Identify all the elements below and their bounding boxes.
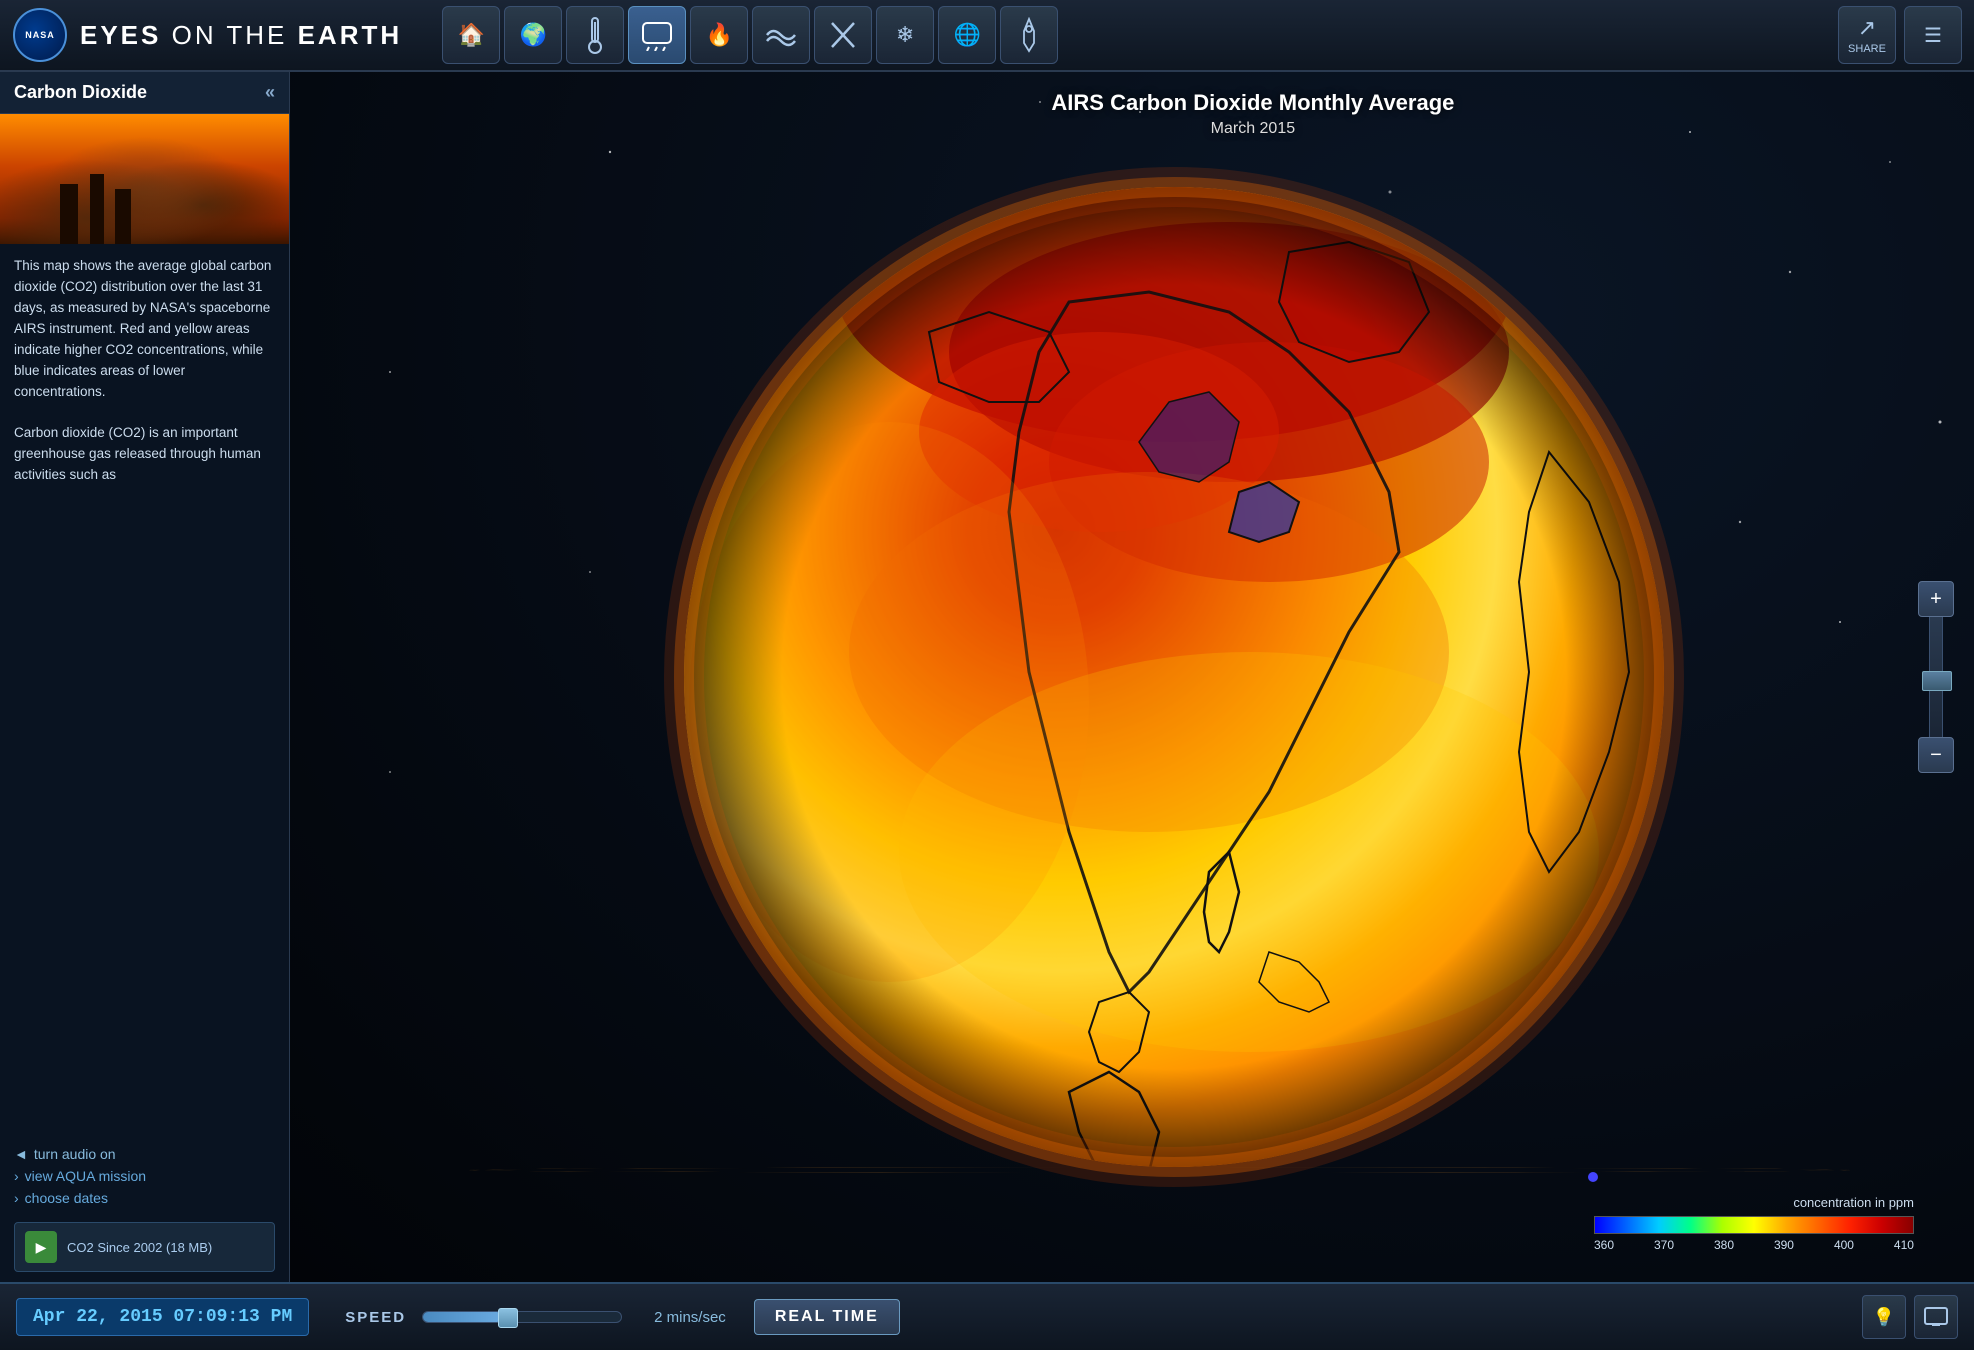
zoom-in-button[interactable]: + (1918, 581, 1954, 617)
screen-button[interactable] (1914, 1295, 1958, 1339)
speed-slider-thumb[interactable] (498, 1308, 518, 1328)
nav-temperature[interactable] (566, 6, 624, 64)
legend-label-380: 380 (1714, 1238, 1734, 1252)
video-play-button[interactable]: ▶ (25, 1231, 57, 1263)
zoom-controls: + − (1918, 581, 1954, 773)
panel-description: This map shows the average global carbon… (0, 244, 289, 1138)
nav-globe[interactable]: 🌍 (504, 6, 562, 64)
nav-icons: 🏠 🌍 🔥 ❄ 🌐 (442, 6, 1058, 64)
choose-dates-link[interactable]: › choose dates (14, 1190, 275, 1206)
speed-slider-track[interactable] (422, 1311, 622, 1323)
audio-icon: ◄ (14, 1146, 28, 1162)
choose-dates-icon: › (14, 1190, 19, 1206)
real-time-button[interactable]: REAL TIME (754, 1299, 900, 1335)
nav-fire[interactable]: 🔥 (690, 6, 748, 64)
choose-dates-label: choose dates (25, 1190, 108, 1206)
legend-label-360: 360 (1594, 1238, 1614, 1252)
view-mission-label: view AQUA mission (25, 1168, 146, 1184)
nav-rocket[interactable] (1000, 6, 1058, 64)
speed-label: SPEED (345, 1309, 406, 1326)
datetime-display: Apr 22, 2015 07:09:13 PM (16, 1298, 309, 1336)
nasa-logo: NASA (10, 5, 70, 65)
panel-collapse-button[interactable]: « (265, 82, 275, 103)
audio-label: turn audio on (34, 1146, 116, 1162)
globe-svg[interactable] (649, 152, 1699, 1202)
speed-slider-fill (423, 1312, 502, 1322)
legend-bar-container: 360 370 380 390 400 410 (1594, 1216, 1914, 1252)
globe-title-area: AIRS Carbon Dioxide Monthly Average Marc… (1051, 90, 1454, 138)
share-label: SHARE (1848, 43, 1886, 55)
app-title: EYES ON THE EARTH (80, 20, 402, 51)
nav-precipitation[interactable] (628, 6, 686, 64)
legend-dot (1588, 1172, 1598, 1182)
description-text-2: Carbon dioxide (CO2) is an important gre… (14, 423, 275, 486)
description-text-1: This map shows the average global carbon… (14, 256, 275, 402)
speed-value: 2 mins/sec (654, 1309, 726, 1326)
panel-video: ▶ CO2 Since 2002 (18 MB) (14, 1222, 275, 1272)
nasa-meatball: NASA (13, 8, 67, 62)
panel-title: Carbon Dioxide (14, 82, 147, 103)
light-button[interactable]: 💡 (1862, 1295, 1906, 1339)
left-panel: Carbon Dioxide « This map shows the aver… (0, 72, 290, 1282)
legend-label-400: 400 (1834, 1238, 1854, 1252)
zoom-handle[interactable] (1922, 671, 1952, 691)
panel-header: Carbon Dioxide « (0, 72, 289, 114)
panel-image (0, 114, 289, 244)
share-button[interactable]: ↗ SHARE (1838, 6, 1896, 64)
globe-title-sub: March 2015 (1051, 120, 1454, 138)
nav-ice[interactable]: ❄ (876, 6, 934, 64)
legend-label-410: 410 (1894, 1238, 1914, 1252)
speed-control (422, 1311, 622, 1323)
globe-container[interactable]: AIRS Carbon Dioxide Monthly Average Marc… (290, 72, 1974, 1282)
legend-label-390: 390 (1774, 1238, 1794, 1252)
zoom-track[interactable] (1929, 617, 1943, 737)
panel-links: ◄ turn audio on › view AQUA mission › ch… (0, 1138, 289, 1216)
legend-title: concentration in ppm (1594, 1195, 1914, 1210)
menu-icon: ☰ (1924, 23, 1942, 48)
zoom-out-button[interactable]: − (1918, 737, 1954, 773)
menu-button[interactable]: ☰ (1904, 6, 1962, 64)
audio-toggle[interactable]: ◄ turn audio on (14, 1146, 275, 1162)
globe-title-main: AIRS Carbon Dioxide Monthly Average (1051, 90, 1454, 116)
nav-ozone[interactable] (814, 6, 872, 64)
legend-bar (1594, 1216, 1914, 1234)
main-content: Carbon Dioxide « This map shows the aver… (0, 72, 1974, 1282)
view-mission-icon: › (14, 1168, 19, 1184)
legend: concentration in ppm 360 370 380 390 400… (1594, 1195, 1914, 1252)
light-icon: 💡 (1873, 1307, 1895, 1328)
nav-sea-level[interactable] (752, 6, 810, 64)
nav-carbon-globe[interactable]: 🌐 (938, 6, 996, 64)
legend-label-370: 370 (1654, 1238, 1674, 1252)
header-right: ↗ SHARE ☰ (1838, 6, 1962, 64)
bottom-right-icons: 💡 (1862, 1295, 1958, 1339)
play-icon: ▶ (36, 1239, 47, 1256)
video-label: CO2 Since 2002 (18 MB) (67, 1240, 212, 1255)
bottom-bar: Apr 22, 2015 07:09:13 PM SPEED 2 mins/se… (0, 1282, 1974, 1350)
legend-labels: 360 370 380 390 400 410 (1594, 1238, 1914, 1252)
header: NASA EYES ON THE EARTH 🏠 🌍 🔥 ❄ 🌐 ↗ SHARE (0, 0, 1974, 72)
view-mission-link[interactable]: › view AQUA mission (14, 1168, 275, 1184)
nav-home[interactable]: 🏠 (442, 6, 500, 64)
